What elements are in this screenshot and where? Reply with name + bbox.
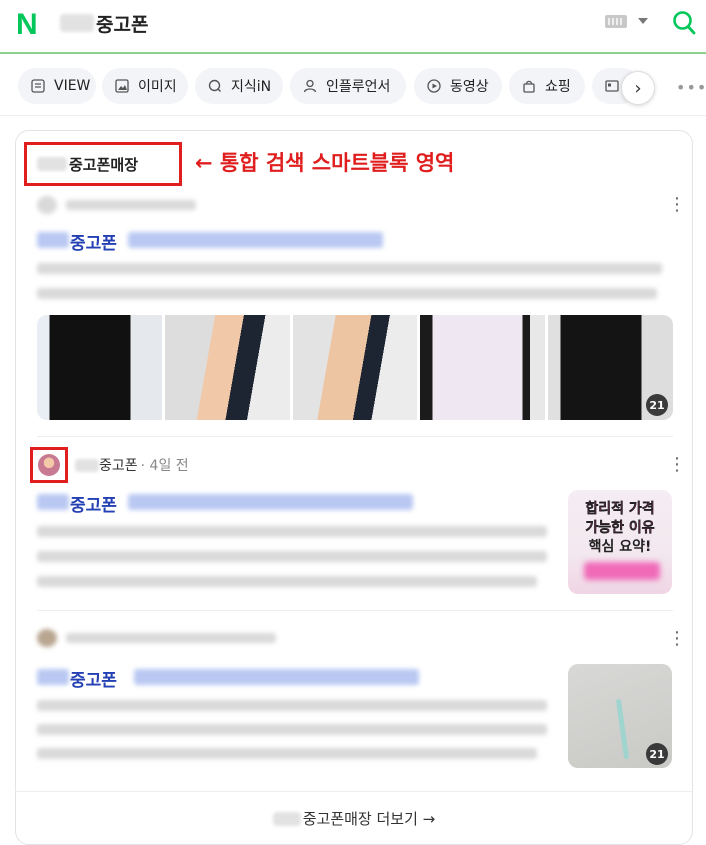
- annotation-label: ← 통합 검색 스마트블록 영역: [195, 151, 455, 175]
- tab-image[interactable]: 이미지: [102, 68, 188, 104]
- avatar[interactable]: [37, 196, 57, 214]
- post-snippet: [37, 288, 657, 299]
- post-title-keyword[interactable]: 중고폰: [70, 666, 117, 691]
- post-snippet: [37, 551, 547, 562]
- post-title-rest[interactable]: [128, 494, 413, 510]
- avatar[interactable]: [37, 629, 57, 647]
- bag-icon: [523, 80, 535, 93]
- tab-label: VIEW: [54, 78, 91, 94]
- post-title-prefix[interactable]: [37, 232, 69, 248]
- post-snippet: [37, 526, 547, 537]
- avatar: [38, 454, 60, 476]
- thumbnail-text: 가능한 이유: [585, 520, 655, 536]
- post-snippet: [37, 700, 547, 711]
- thumbnail-text: 핵심 요약!: [588, 539, 652, 555]
- thumbnail-image: [615, 698, 630, 760]
- block-more-label: 중고폰매장 더보기 →: [302, 810, 436, 828]
- post-snippet: [37, 748, 537, 759]
- post-thumbnail[interactable]: 합리적 가격 가능한 이유 핵심 요약!: [568, 490, 672, 594]
- post-snippet: [37, 724, 547, 735]
- news-icon: [605, 80, 619, 92]
- more-options-icon[interactable]: ⋮: [668, 196, 686, 214]
- person-icon: [303, 79, 317, 93]
- thumbnail-text: 합리적 가격: [585, 501, 655, 517]
- image-count-badge: 21: [646, 394, 668, 416]
- blurred-title-prefix: [37, 157, 67, 171]
- image-count-badge: 21: [646, 743, 668, 765]
- post-time: · 4일 전: [140, 458, 189, 474]
- gallery-image[interactable]: [420, 315, 546, 420]
- blurred-more-prefix: [272, 811, 301, 826]
- smart-block-title-text: 중고폰매장: [69, 155, 139, 174]
- post-title-prefix[interactable]: [37, 669, 69, 685]
- search-query-text: 중고폰: [96, 13, 149, 36]
- blurred-query-prefix: [60, 14, 94, 32]
- blurred-thumbnail-text: [584, 562, 660, 580]
- search-header: N 중고폰: [0, 0, 706, 54]
- author-meta[interactable]: 중고폰 · 4일 전: [75, 455, 189, 475]
- post-title-prefix[interactable]: [37, 494, 69, 510]
- author-name[interactable]: [66, 200, 196, 210]
- more-options-icon[interactable]: ⋮: [668, 456, 686, 474]
- tab-kin[interactable]: 지식iN: [195, 68, 283, 104]
- tab-label: 동영상: [450, 79, 489, 95]
- post-title-rest[interactable]: [128, 232, 383, 248]
- naver-logo[interactable]: N: [16, 8, 44, 42]
- tab-label: 이미지: [138, 79, 177, 95]
- post-snippet: [37, 576, 537, 587]
- image-gallery[interactable]: [37, 315, 673, 420]
- more-icon[interactable]: •••: [676, 78, 706, 97]
- author-name: 중고폰: [99, 458, 138, 474]
- tab-label: 인플루언서: [326, 79, 391, 95]
- tab-view[interactable]: VIEW: [18, 68, 96, 104]
- gallery-image[interactable]: [292, 315, 418, 420]
- post-title-rest[interactable]: [134, 669, 419, 685]
- search-tabs: VIEW 이미지 지식iN 인플루언서 동영상 쇼핑 › •••: [0, 56, 706, 116]
- tab-label: 지식iN: [231, 79, 272, 95]
- keyboard-icon[interactable]: [605, 15, 627, 28]
- post-title-keyword[interactable]: 중고폰: [70, 491, 117, 516]
- gallery-image[interactable]: [37, 315, 162, 420]
- tab-influencer[interactable]: 인플루언서: [290, 68, 406, 104]
- tab-video[interactable]: 동영상: [414, 68, 502, 104]
- tab-label: 쇼핑: [545, 79, 571, 95]
- divider: [37, 436, 673, 437]
- smart-block-title[interactable]: 중고폰매장: [24, 142, 182, 186]
- divider: [0, 115, 706, 116]
- image-icon: [115, 79, 129, 93]
- tab-shopping[interactable]: 쇼핑: [509, 68, 585, 104]
- tabs-next-button[interactable]: ›: [621, 71, 655, 105]
- post-snippet: [37, 263, 662, 274]
- block-more-link[interactable]: 중고폰매장 더보기 →: [15, 791, 693, 845]
- view-icon: [31, 79, 45, 93]
- chevron-down-icon[interactable]: [638, 18, 648, 24]
- q-icon: [208, 79, 221, 92]
- author-name[interactable]: [66, 633, 276, 643]
- search-icon[interactable]: [672, 10, 696, 36]
- divider: [37, 610, 673, 611]
- blurred-author-prefix: [75, 458, 99, 472]
- avatar-highlight[interactable]: [30, 447, 68, 483]
- gallery-image[interactable]: [164, 315, 290, 420]
- post-title-keyword[interactable]: 중고폰: [70, 229, 117, 254]
- more-options-icon[interactable]: ⋮: [668, 630, 686, 648]
- search-query[interactable]: 중고폰: [60, 9, 148, 37]
- play-icon: [427, 79, 441, 93]
